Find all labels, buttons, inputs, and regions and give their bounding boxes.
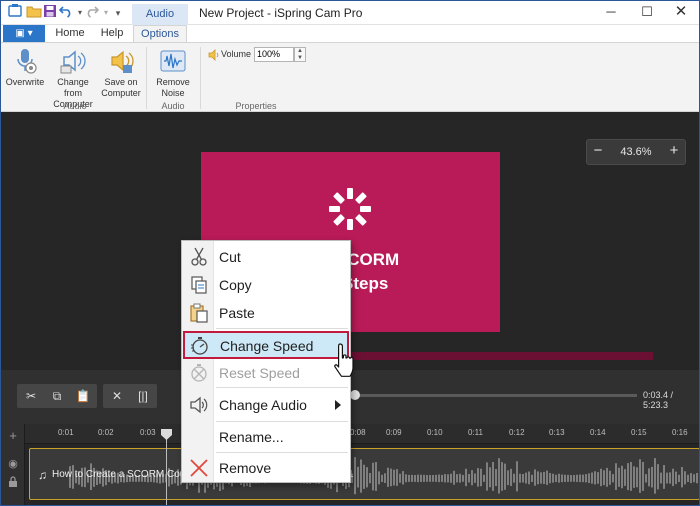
ribbon: Overwrite Change from Computer Save on C…	[1, 42, 699, 121]
eye-icon[interactable]: ◉	[6, 457, 20, 470]
menu-item-label: Paste	[219, 305, 255, 321]
slide-progress-bar	[351, 352, 653, 360]
zoom-out-button[interactable]: −	[587, 140, 609, 164]
menu-item-reset-speed: Reset Speed	[183, 360, 349, 386]
edit-toolbar-group: ✕ [|]	[103, 384, 157, 408]
menu-item-label: Reset Speed	[219, 365, 300, 381]
menu-separator	[216, 387, 348, 388]
timeline-tick-label: 0:12	[509, 428, 525, 437]
stopwatch-icon	[191, 337, 208, 355]
menu-item-rename[interactable]: Rename...	[183, 424, 349, 450]
paste-icon[interactable]: 📋	[70, 384, 96, 408]
seek-track[interactable]	[347, 394, 637, 397]
file-menu-button[interactable]: ▣ ▾	[3, 25, 45, 42]
remove-noise-button[interactable]: Remove Noise	[151, 47, 195, 99]
timeline-tick-label: 0:10	[427, 428, 443, 437]
menu-separator	[216, 421, 348, 422]
speaker-change-icon	[60, 50, 86, 74]
timeline-tick-label: 0:15	[631, 428, 647, 437]
close-icon[interactable]: ✕	[661, 1, 699, 25]
tab-home[interactable]: Home	[49, 25, 91, 42]
tab-help[interactable]: Help	[93, 25, 131, 42]
menu-item-label: Change Audio	[219, 397, 307, 413]
waveform-icon	[160, 50, 186, 72]
seek-knob[interactable]	[350, 390, 360, 400]
menu-item-remove[interactable]: Remove	[183, 455, 349, 481]
overwrite-button[interactable]: Overwrite	[5, 47, 45, 88]
save-on-computer-label: Save on Computer	[101, 77, 141, 98]
tab-options[interactable]: Options	[133, 25, 187, 42]
audio-clip[interactable]: ♫ How to Create a SCORM Cou 1	[29, 448, 699, 500]
save-on-computer-button[interactable]: Save on Computer	[99, 47, 143, 99]
zoom-control: − 43.6% +	[586, 139, 686, 165]
copy-icon[interactable]: ⧉	[44, 384, 70, 408]
volume-stepper[interactable]: ▲ ▼	[294, 47, 306, 62]
window-title: New Project - iSpring Cam Pro	[199, 6, 363, 20]
app-window: ▾ ▾ ▾ Audio Tools New Project - iSpring …	[0, 0, 700, 506]
timeline-tick-label: 0:13	[549, 428, 565, 437]
timeline-tick-label: 0:01	[58, 428, 74, 437]
group-label-audio: Audio	[63, 101, 87, 111]
stopwatch-reset-icon	[191, 364, 207, 382]
volume-label: Volume	[221, 49, 252, 59]
menu-item-paste[interactable]: Paste	[183, 300, 349, 326]
delete-icon[interactable]: ✕	[104, 384, 130, 408]
menu-separator	[216, 328, 348, 329]
zoom-in-button[interactable]: +	[663, 140, 685, 164]
menu-item-label: Rename...	[219, 429, 284, 445]
app-logo-icon	[6, 4, 24, 22]
timeline-tick-label: 0:09	[386, 428, 402, 437]
lock-icon[interactable]	[6, 476, 20, 490]
group-label-properties: Properties	[235, 101, 277, 111]
menu-item-change-audio[interactable]: Change Audio	[183, 392, 349, 418]
customize-toolbar-icon[interactable]: ▾	[109, 4, 127, 22]
zoom-value: 43.6%	[620, 146, 652, 158]
playhead-line	[166, 431, 167, 505]
timeline-tick-label: 0:11	[468, 428, 483, 437]
menu-item-copy[interactable]: Copy	[183, 272, 349, 298]
timeline-tick-label: 0:14	[590, 428, 606, 437]
context-menu: Cut Copy Paste Change Speed Reset Speed …	[181, 240, 351, 483]
timecode: 0:03.4 / 5:23.3	[643, 390, 674, 410]
menu-item-label: Copy	[219, 277, 252, 293]
ispring-logo-icon	[329, 188, 371, 230]
music-note-icon: ♫	[38, 468, 47, 482]
ribbon-separator	[146, 47, 147, 109]
copy-icon	[191, 276, 207, 294]
contextual-tab-audio-tools: Audio Tools	[132, 4, 188, 40]
volume-input[interactable]: 100%	[254, 47, 294, 62]
speaker-save-icon	[111, 50, 134, 73]
menu-item-label: Cut	[219, 249, 241, 265]
ribbon-separator	[200, 47, 201, 109]
cut-icon[interactable]: ✂	[18, 384, 44, 408]
menu-item-label: Remove	[219, 460, 272, 476]
paste-icon	[190, 303, 208, 323]
microphone-icon	[17, 49, 37, 74]
add-track-icon[interactable]: +	[6, 428, 20, 443]
menu-item-label: Change Speed	[220, 338, 314, 354]
volume-icon	[208, 49, 219, 61]
submenu-arrow-icon	[335, 400, 341, 410]
scissors-icon	[191, 247, 207, 266]
split-icon[interactable]: [|]	[130, 384, 156, 408]
remove-noise-label: Remove Noise	[156, 77, 190, 98]
remove-x-icon	[190, 459, 208, 477]
menu-item-change-speed[interactable]: Change Speed	[183, 331, 349, 359]
hand-pointer-icon	[334, 343, 354, 377]
minimize-icon[interactable]: ─	[591, 1, 631, 25]
speaker-icon	[190, 396, 208, 414]
file-menu-icon: ▣ ▾	[15, 28, 33, 39]
menu-item-cut[interactable]: Cut	[183, 244, 349, 270]
timeline-tick-label: 0:08	[350, 428, 366, 437]
timeline-left-column: + ◉	[1, 424, 25, 505]
timeline-tick-label: 0:02	[98, 428, 114, 437]
timeline-tick-label: 0:16	[672, 428, 688, 437]
timeline-tick-label: 0:03	[140, 428, 156, 437]
menu-separator	[216, 452, 348, 453]
clipboard-toolbar-group: ✂ ⧉ 📋	[17, 384, 97, 408]
overwrite-label: Overwrite	[5, 77, 45, 87]
